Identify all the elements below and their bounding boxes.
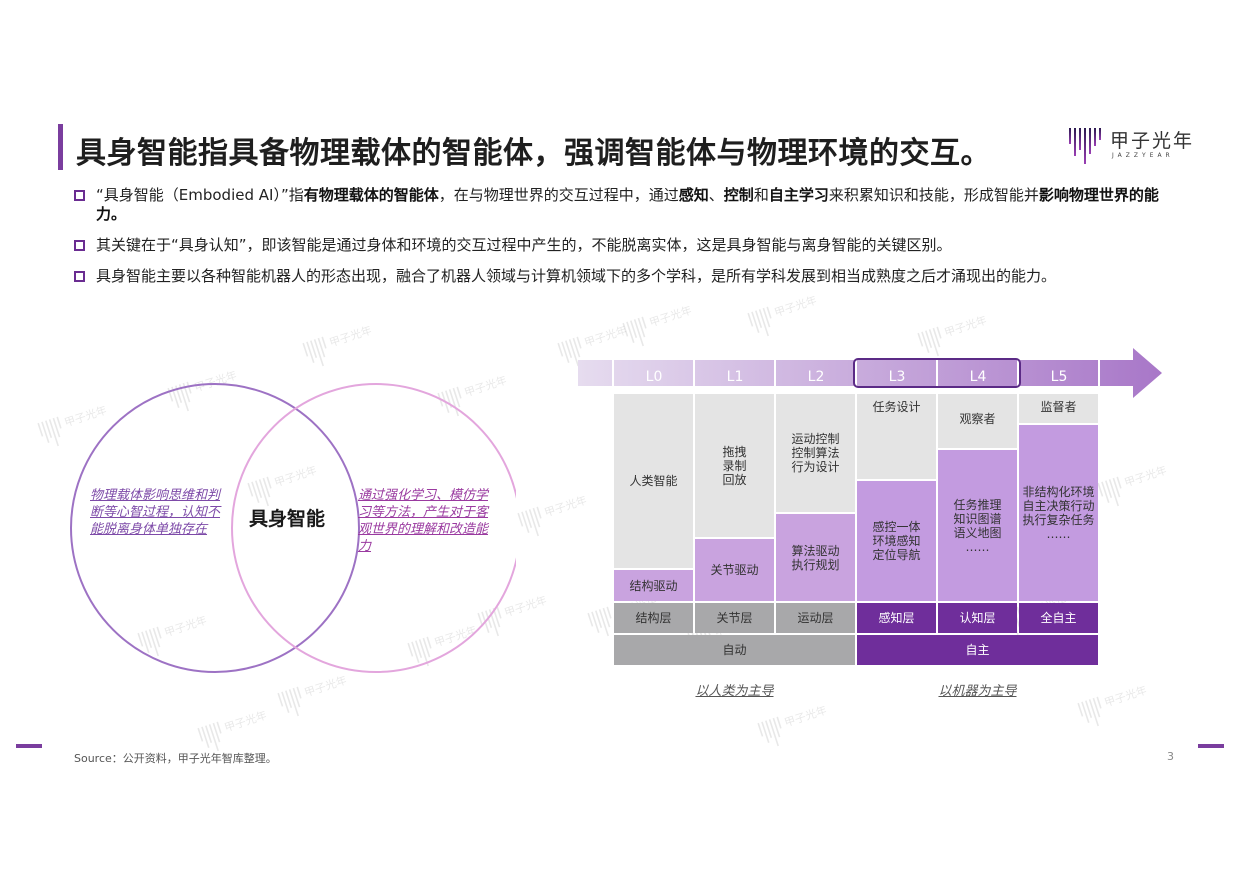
bullet-text: “具身智能（Embodied AI）”指 bbox=[96, 186, 304, 204]
level-lower-cell: 算法驱动 执行规划 bbox=[776, 514, 855, 601]
footer-accent-right bbox=[1198, 744, 1224, 748]
level-upper-cell: 任务设计 bbox=[857, 394, 936, 479]
watermark-logo-icon: 甲子光年 bbox=[746, 290, 824, 348]
source-note: Source：公开资料，甲子光年智库整理。 bbox=[74, 752, 277, 765]
svg-text:甲子光年: 甲子光年 bbox=[222, 708, 268, 735]
level-lower-cell: 任务推理 知识图谱 语义地图 …… bbox=[938, 450, 1017, 601]
bullet-text: 其关键在于“具身认知”，即该智能是通过身体和环境的交互过程中产生的，不能脱离实体… bbox=[96, 236, 952, 254]
level-label-l1: L1 bbox=[726, 369, 744, 385]
level-lower-cell: 结构驱动 bbox=[614, 570, 693, 601]
bullet-bold-text: 有物理载体的智能体 bbox=[303, 186, 439, 204]
venn-left-text: 物理载体影响思维和判断等心智过程，认知不能脱离身体单独存在 bbox=[90, 488, 221, 537]
title-accent-bar bbox=[58, 124, 63, 170]
bullet-square-icon bbox=[74, 240, 85, 251]
bullet-item: 具身智能主要以各种智能机器人的形态出现，融合了机器人领域与计算机领域下的多个学科… bbox=[74, 267, 1174, 286]
level-layer-cell: 结构层 bbox=[614, 603, 693, 633]
level-layer-cell: 全自主 bbox=[1019, 603, 1098, 633]
level-upper-cell: 人类智能 bbox=[614, 394, 693, 568]
page-number: 3 bbox=[1167, 750, 1174, 763]
svg-text:甲子光年: 甲子光年 bbox=[327, 323, 373, 350]
logo-bars-icon bbox=[1069, 128, 1101, 164]
logo-text-en: JAZZYEAR bbox=[1112, 152, 1174, 159]
level-layer-cell: 关节层 bbox=[695, 603, 774, 633]
level-layer-cell: 认知层 bbox=[938, 603, 1017, 633]
caption-machine-led: 以机器为主导 bbox=[938, 684, 1017, 699]
bullet-bold-text: 感知 bbox=[678, 186, 709, 204]
level-upper-cell: 运动控制 控制算法 行为设计 bbox=[776, 394, 855, 512]
svg-text:甲子光年: 甲子光年 bbox=[647, 303, 693, 330]
watermark-logo-icon: 甲子光年 bbox=[756, 700, 834, 758]
logo-text-cn: 甲子光年 bbox=[1110, 130, 1195, 152]
svg-text:甲子光年: 甲子光年 bbox=[942, 313, 988, 340]
caption-human-led: 以人类为主导 bbox=[695, 684, 774, 699]
level-layer-cell: 运动层 bbox=[776, 603, 855, 633]
bullet-list: “具身智能（Embodied AI）”指有物理载体的智能体，在与物理世界的交互过… bbox=[74, 186, 1174, 298]
bullet-item: 其关键在于“具身认知”，即该智能是通过身体和环境的交互过程中产生的，不能脱离实体… bbox=[74, 236, 1174, 255]
svg-text:甲子光年: 甲子光年 bbox=[302, 673, 348, 700]
level-lower-cell: 非结构化环境 自主决策行动 执行复杂任务 …… bbox=[1019, 425, 1098, 601]
bullet-square-icon bbox=[74, 190, 85, 201]
level-label-l2: L2 bbox=[807, 369, 825, 385]
bullet-item: “具身智能（Embodied AI）”指有物理载体的智能体，在与物理世界的交互过… bbox=[74, 186, 1174, 224]
level-lower-cell: 感控一体 环境感知 定位导航 bbox=[857, 481, 936, 601]
bullet-text: ，在与物理世界的交互过程中，通过 bbox=[438, 186, 679, 204]
group-auto-cell: 自动 bbox=[614, 635, 855, 665]
svg-text:甲子光年: 甲子光年 bbox=[782, 703, 828, 730]
bullet-text: 具身智能主要以各种智能机器人的形态出现，融合了机器人领域与计算机领域下的多个学科… bbox=[96, 267, 1057, 285]
level-layer-cell: 感知层 bbox=[857, 603, 936, 633]
brand-logo: 甲子光年 JAZZYEAR bbox=[1068, 124, 1192, 168]
venn-right-text: 通过强化学习、模仿学习等方法，产生对于客观世界的理解和改造能力 bbox=[358, 488, 489, 554]
footer-accent-left bbox=[16, 744, 42, 748]
bullet-text: 来积累知识和技能，形成智能并 bbox=[828, 186, 1039, 204]
group-autonomous-cell: 自主 bbox=[857, 635, 1098, 665]
level-upper-cell: 拖拽 录制 回放 bbox=[695, 394, 774, 537]
level-highlight-box bbox=[853, 358, 1021, 388]
autonomy-level-chart: L0 L1 L2 L3 L4 L5 人类智能 结构驱动 结构层 拖拽 录制 回放 关节驱动 关节层 运动… bbox=[578, 346, 1162, 706]
page-title: 具身智能指具备物理载体的智能体，强调智能体与物理环境的交互。 bbox=[76, 136, 991, 171]
watermark-logo-icon: 甲子光年 bbox=[301, 320, 379, 378]
venn-center-label: 具身智能 bbox=[249, 508, 326, 530]
level-label-l5: L5 bbox=[1050, 369, 1068, 385]
bullet-text: 、 bbox=[708, 186, 724, 204]
level-lower-cell: 关节驱动 bbox=[695, 539, 774, 601]
bullet-text: 和 bbox=[753, 186, 769, 204]
watermark-logo-icon: 甲子光年 bbox=[276, 670, 354, 728]
level-label-l0: L0 bbox=[645, 369, 663, 385]
level-upper-cell: 监督者 bbox=[1019, 394, 1098, 423]
bullet-bold-text: 控制 bbox=[723, 186, 754, 204]
bullet-bold-text: 自主学习 bbox=[768, 186, 829, 204]
level-upper-cell: 观察者 bbox=[938, 394, 1017, 448]
bullet-square-icon bbox=[74, 271, 85, 282]
